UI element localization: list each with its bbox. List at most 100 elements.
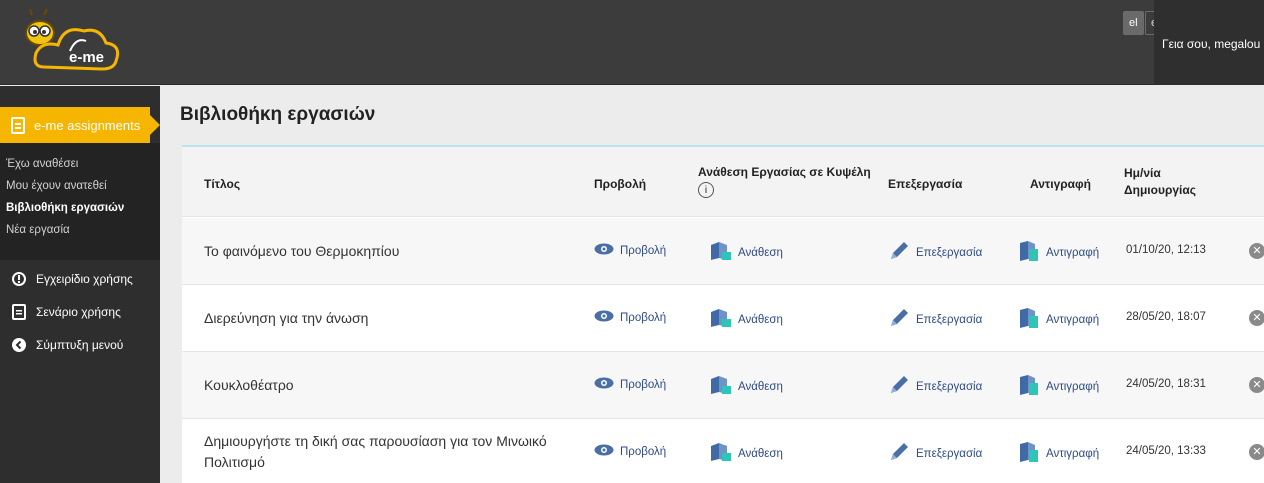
table-row: Κουκλοθέατρο Προβολή Ανάθεση Επεξεργασία Αντ… [182,352,1264,419]
assign-label: Ανάθεση [738,313,783,326]
row-date: 28/05/20, 18:07 [1126,311,1206,323]
column-copy: Αντιγραφή [1030,177,1091,191]
view-button[interactable]: Προβολή [594,444,666,459]
assign-icon [710,308,738,331]
edit-button[interactable]: Επεξεργασία [888,240,982,265]
pencil-icon [888,240,916,265]
sidebar-submenu: Έχω αναθέσει Μου έχουν ανατεθεί Βιβλιοθή… [0,143,160,260]
column-assign-label: Ανάθεση Εργασίας σε Κυψέλη [698,165,871,179]
eye-icon [594,243,620,258]
language-el-button[interactable]: el [1123,11,1144,35]
view-button[interactable]: Προβολή [594,310,666,325]
copy-button[interactable]: Αντιγραφή [1018,307,1099,332]
copy-button[interactable]: Αντιγραφή [1018,441,1099,466]
column-date-line2: Δημιουργίας [1124,183,1196,197]
sidebar-app-label: e-me assignments [34,118,141,133]
row-date: 24/05/20, 18:31 [1126,378,1206,390]
sidebar-item-assigned-by-me[interactable]: Έχω αναθέσει [6,158,78,170]
copy-label: Αντιγραφή [1046,313,1100,326]
view-label: Προβολή [620,311,667,324]
assign-button[interactable]: Ανάθεση [710,442,783,465]
sidebar-item-library[interactable]: Βιβλιοθήκη εργασιών [6,202,124,214]
e-me-logo[interactable]: e-me [14,7,134,79]
edit-label: Επεξεργασία [916,447,983,460]
column-assign: Ανάθεση Εργασίας σε Κυψέλη i [698,165,871,198]
view-label: Προβολή [620,445,667,458]
column-date: Ημ/νία Δημιουργίας [1124,165,1196,199]
table-row: Διερεύνηση για την άνωση Προβολή Ανάθεση Επ… [182,285,1264,352]
column-date-line1: Ημ/νία [1124,166,1161,180]
user-greeting[interactable]: Γεια σου, megalou [1162,37,1260,51]
logo-text: e-me [69,49,105,66]
main-content: Βιβλιοθήκη εργασιών Τίτλος Προβολή Ανάθε… [160,86,1264,483]
assign-icon [710,375,738,398]
info-icon[interactable]: i [698,182,714,198]
column-edit: Επεξεργασία [888,177,963,191]
copy-button[interactable]: Αντιγραφή [1018,240,1099,265]
copy-icon [1018,240,1046,265]
edit-button[interactable]: Επεξεργασία [888,441,982,466]
delete-icon[interactable]: ✕ [1249,444,1264,460]
assign-label: Ανάθεση [738,447,783,460]
assign-icon [710,241,738,264]
sidebar: e-me assignments Έχω αναθέσει Μου έχουν … [0,86,160,483]
pencil-icon [888,307,916,332]
delete-icon[interactable]: ✕ [1249,243,1264,259]
sidebar-link-collapse[interactable]: Σύμπτυξη μενού [12,336,123,354]
copy-label: Αντιγραφή [1046,380,1100,393]
sidebar-item-assigned-to-me[interactable]: Μου έχουν ανατεθεί [6,180,107,192]
row-date: 01/10/20, 12:13 [1126,244,1206,256]
assign-label: Ανάθεση [738,380,783,393]
assign-icon [710,442,738,465]
sidebar-link-manual[interactable]: Εγχειρίδιο χρήσης [12,270,133,288]
edit-label: Επεξεργασία [916,246,983,259]
sidebar-app-assignments[interactable]: e-me assignments [0,107,160,143]
info-circle-icon [12,272,26,286]
column-view: Προβολή [594,177,647,191]
assignments-table: Τίτλος Προβολή Ανάθεση Εργασίας σε Κυψέλ… [182,145,1264,483]
copy-label: Αντιγραφή [1046,246,1100,259]
collapse-left-icon [12,338,26,352]
edit-label: Επεξεργασία [916,313,983,326]
assign-button[interactable]: Ανάθεση [710,308,783,331]
row-title: Δημιουργήστε τη δική σας παρουσίαση για … [204,433,547,470]
top-bar: e-me el en Γεια σου, megalou [0,0,1264,85]
view-button[interactable]: Προβολή [594,377,666,392]
view-label: Προβολή [620,244,667,257]
pencil-icon [888,441,916,466]
pencil-icon [888,374,916,399]
view-label: Προβολή [620,378,667,391]
assign-label: Ανάθεση [738,246,783,259]
sidebar-link-label: Σενάριο χρήσης [36,305,121,319]
sidebar-item-new-assignment[interactable]: Νέα εργασία [6,224,70,236]
edit-button[interactable]: Επεξεργασία [888,374,982,399]
copy-icon [1018,441,1046,466]
copy-button[interactable]: Αντιγραφή [1018,374,1099,399]
sidebar-link-scenario[interactable]: Σενάριο χρήσης [12,303,121,321]
page-title: Βιβλιοθήκη εργασιών [180,104,376,125]
clipboard-icon [11,117,25,134]
eye-icon [594,444,620,459]
row-date: 24/05/20, 13:33 [1126,445,1206,457]
table-header: Τίτλος Προβολή Ανάθεση Εργασίας σε Κυψέλ… [182,147,1264,217]
edit-button[interactable]: Επεξεργασία [888,307,982,332]
assign-button[interactable]: Ανάθεση [710,241,783,264]
copy-label: Αντιγραφή [1046,447,1100,460]
table-row: Δημιουργήστε τη δική σας παρουσίαση για … [182,419,1264,483]
edit-label: Επεξεργασία [916,380,983,393]
assign-button[interactable]: Ανάθεση [710,375,783,398]
row-title: Κουκλοθέατρο [204,377,294,393]
row-title: Το φαινόμενο του Θερμοκηπίου [204,243,400,259]
sidebar-link-label: Σύμπτυξη μενού [36,338,124,352]
copy-icon [1018,374,1046,399]
document-icon [12,304,26,320]
table-row: Το φαινόμενο του Θερμοκηπίου Προβολή Ανάθε… [182,218,1264,285]
eye-icon [594,310,620,325]
column-title: Τίτλος [204,177,241,191]
eye-icon [594,377,620,392]
sidebar-link-label: Εγχειρίδιο χρήσης [36,272,133,286]
delete-icon[interactable]: ✕ [1249,310,1264,326]
delete-icon[interactable]: ✕ [1249,377,1264,393]
row-title: Διερεύνηση για την άνωση [204,310,369,326]
view-button[interactable]: Προβολή [594,243,666,258]
